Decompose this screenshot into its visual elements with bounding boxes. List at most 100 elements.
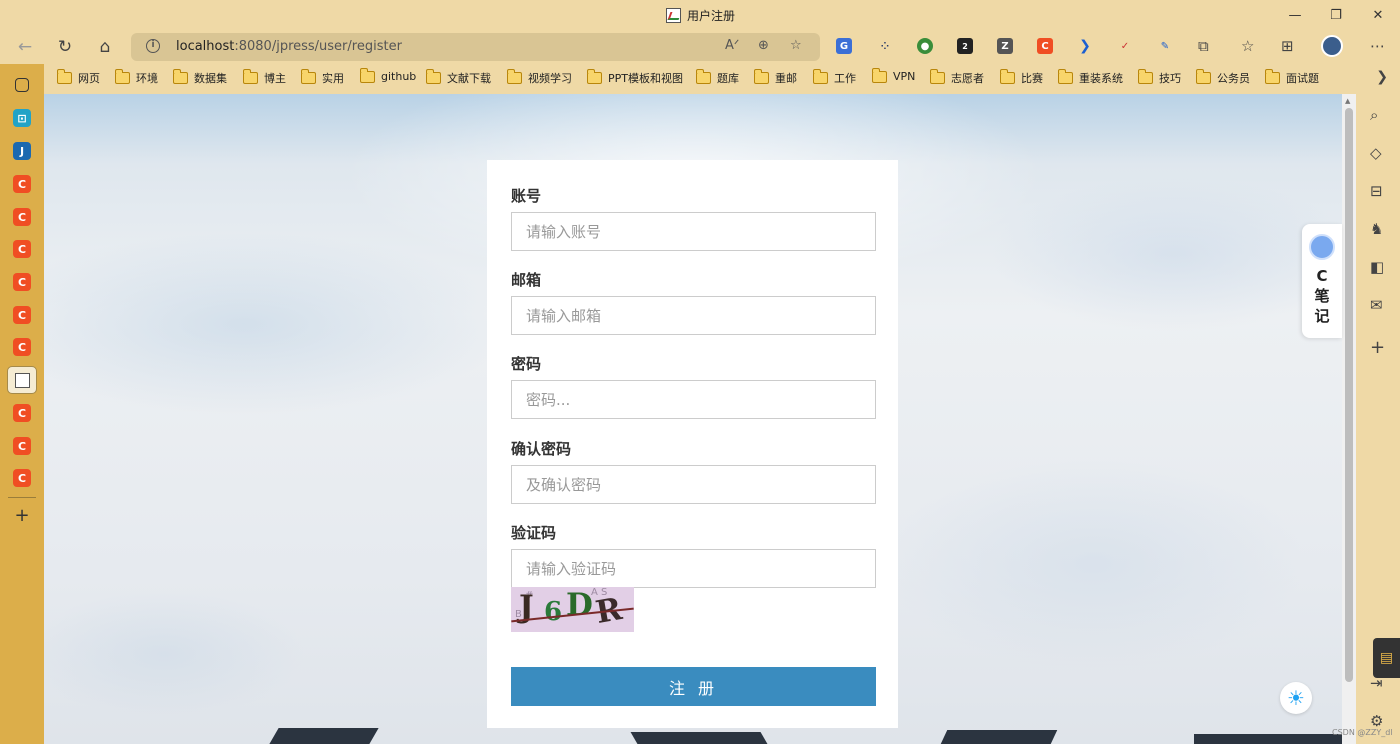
c-notes-widget[interactable]: C 笔 记 (1302, 224, 1342, 338)
tag-icon[interactable]: ◇ (1370, 144, 1382, 162)
bookmarks-more-icon[interactable]: ❯ (1376, 69, 1388, 85)
bookmark-folder[interactable]: 题库 (696, 69, 739, 86)
active-tab-selector[interactable] (7, 366, 37, 394)
home-button[interactable]: ⌂ (92, 35, 118, 59)
globe-extension-icon[interactable]: ● (917, 38, 933, 54)
extension-tray-icon[interactable]: ▤ (1373, 638, 1400, 678)
add-icon[interactable]: + (13, 505, 31, 526)
extensions-puzzle-icon[interactable]: ⧉ (1198, 37, 1209, 55)
captcha-image[interactable]: # A S B J 6 D R (511, 587, 634, 632)
register-button[interactable]: 注 册 (511, 667, 876, 706)
search-icon[interactable]: ⌕ (1370, 106, 1378, 124)
address-bar[interactable]: i localhost:8080/jpress/user/register Aᐟ… (131, 33, 820, 61)
c-app-icon[interactable]: C (13, 240, 31, 258)
site-info-icon[interactable]: i (146, 39, 160, 53)
edit-extension-icon[interactable]: ✎ (1157, 38, 1173, 54)
account-input[interactable] (511, 212, 876, 251)
bilibili-icon[interactable]: ⊡ (13, 109, 31, 127)
refresh-button[interactable]: ↻ (52, 35, 78, 59)
bookmark-folder[interactable]: 数据集 (173, 69, 227, 86)
bookmark-label: 比赛 (1021, 72, 1043, 85)
collections-icon[interactable]: ⊞ (1281, 37, 1294, 55)
dots-extension-icon[interactable]: ⁘ (877, 38, 893, 54)
bookmark-folder[interactable]: PPT模板和视图 (587, 69, 683, 86)
folder-icon (1058, 69, 1073, 84)
bookmark-folder[interactable]: github (360, 67, 416, 83)
folder-icon (587, 69, 602, 84)
minimize-button[interactable]: — (1280, 4, 1310, 26)
favorites-icon[interactable]: ☆ (1241, 37, 1254, 55)
arrow-extension-icon[interactable]: ❯ (1077, 38, 1093, 54)
zoom-icon[interactable]: ⊕ (758, 38, 769, 53)
c-app-icon[interactable]: C (13, 469, 31, 487)
bookmark-folder[interactable]: 面试题 (1265, 69, 1319, 86)
close-button[interactable]: ✕ (1363, 4, 1393, 26)
bookmark-label: 题库 (717, 72, 739, 85)
page-favicon-icon (666, 8, 681, 23)
c-app-icon[interactable]: C (13, 338, 31, 356)
c-app-icon[interactable]: C (13, 404, 31, 422)
bookmark-folder[interactable]: 网页 (57, 69, 100, 86)
c-app-icon[interactable]: C (13, 208, 31, 226)
badge-extension-icon[interactable]: 2 (957, 38, 973, 54)
bookmark-label: PPT模板和视图 (608, 72, 683, 85)
bookmark-folder[interactable]: VPN (872, 67, 915, 83)
scroll-up-arrow-icon[interactable]: ▲ (1345, 97, 1350, 105)
z-extension-icon[interactable]: Z (997, 38, 1013, 54)
bookmark-folder[interactable]: 文献下载 (426, 69, 491, 86)
restore-button[interactable]: ❐ (1321, 4, 1351, 26)
more-menu-icon[interactable]: ⋯ (1370, 37, 1385, 55)
games-icon[interactable]: ♞ (1370, 220, 1383, 238)
toolbox-icon[interactable]: ⊟ (1370, 182, 1383, 200)
bookmark-folder[interactable]: 博主 (243, 69, 286, 86)
c-app-icon[interactable]: C (13, 273, 31, 291)
bookmark-folder[interactable]: 重邮 (754, 69, 797, 86)
password-label: 密码 (511, 355, 542, 373)
theme-toggle-sun-icon[interactable]: ☀ (1280, 682, 1312, 714)
c-extension-icon[interactable]: C (1037, 38, 1053, 54)
j-app-icon[interactable]: J (13, 142, 31, 160)
translate-extension-icon[interactable]: G (836, 38, 852, 54)
bookmark-label: 视频学习 (528, 72, 572, 85)
c-app-icon[interactable]: C (13, 306, 31, 324)
tabs-icon[interactable] (15, 78, 29, 92)
bookmark-folder[interactable]: 技巧 (1138, 69, 1181, 86)
back-button[interactable]: ← (12, 35, 38, 59)
bookmark-folder[interactable]: 环境 (115, 69, 158, 86)
bookmark-folder[interactable]: 实用 (301, 69, 344, 86)
url-text[interactable]: localhost:8080/jpress/user/register (176, 39, 402, 54)
bookmark-folder[interactable]: 比赛 (1000, 69, 1043, 86)
email-input[interactable] (511, 296, 876, 335)
bookmark-label: 志愿者 (951, 72, 984, 85)
bookmark-label: 数据集 (194, 72, 227, 85)
c-app-icon[interactable]: C (13, 437, 31, 455)
register-form: 账号 邮箱 密码 确认密码 验证码 # A S B J 6 D R 注 册 (487, 160, 898, 728)
bookmark-folder[interactable]: 视频学习 (507, 69, 572, 86)
page-scrollbar[interactable]: ▲ (1342, 94, 1356, 744)
folder-icon (1000, 69, 1015, 84)
password-input[interactable] (511, 380, 876, 419)
scrollbar-thumb[interactable] (1345, 108, 1353, 682)
outlook-icon[interactable]: ✉ (1370, 296, 1383, 314)
roof-decoration (630, 732, 768, 744)
folder-icon (1265, 69, 1280, 84)
add-favorite-icon[interactable]: ☆ (790, 38, 802, 53)
bookmark-label: 文献下载 (447, 72, 491, 85)
captcha-input[interactable] (511, 549, 876, 588)
read-aloud-icon[interactable]: Aᐟ (725, 38, 739, 53)
bookmark-folder[interactable]: 工作 (813, 69, 856, 86)
bookmark-folder[interactable]: 重装系统 (1058, 69, 1123, 86)
captcha-label: 验证码 (511, 524, 557, 542)
account-label: 账号 (511, 187, 542, 205)
bookmark-label: 博主 (264, 72, 286, 85)
profile-avatar[interactable] (1321, 35, 1343, 57)
bookmark-folder[interactable]: 志愿者 (930, 69, 984, 86)
add-icon[interactable]: + (1370, 337, 1385, 358)
confirm-password-input[interactable] (511, 465, 876, 504)
pen-extension-icon[interactable]: ✓ (1117, 38, 1133, 54)
captcha-char: 6 (544, 597, 563, 627)
c-app-icon[interactable]: C (13, 175, 31, 193)
roof-decoration (940, 730, 1058, 744)
bookmark-folder[interactable]: 公务员 (1196, 69, 1250, 86)
office-icon[interactable]: ◧ (1370, 258, 1384, 276)
